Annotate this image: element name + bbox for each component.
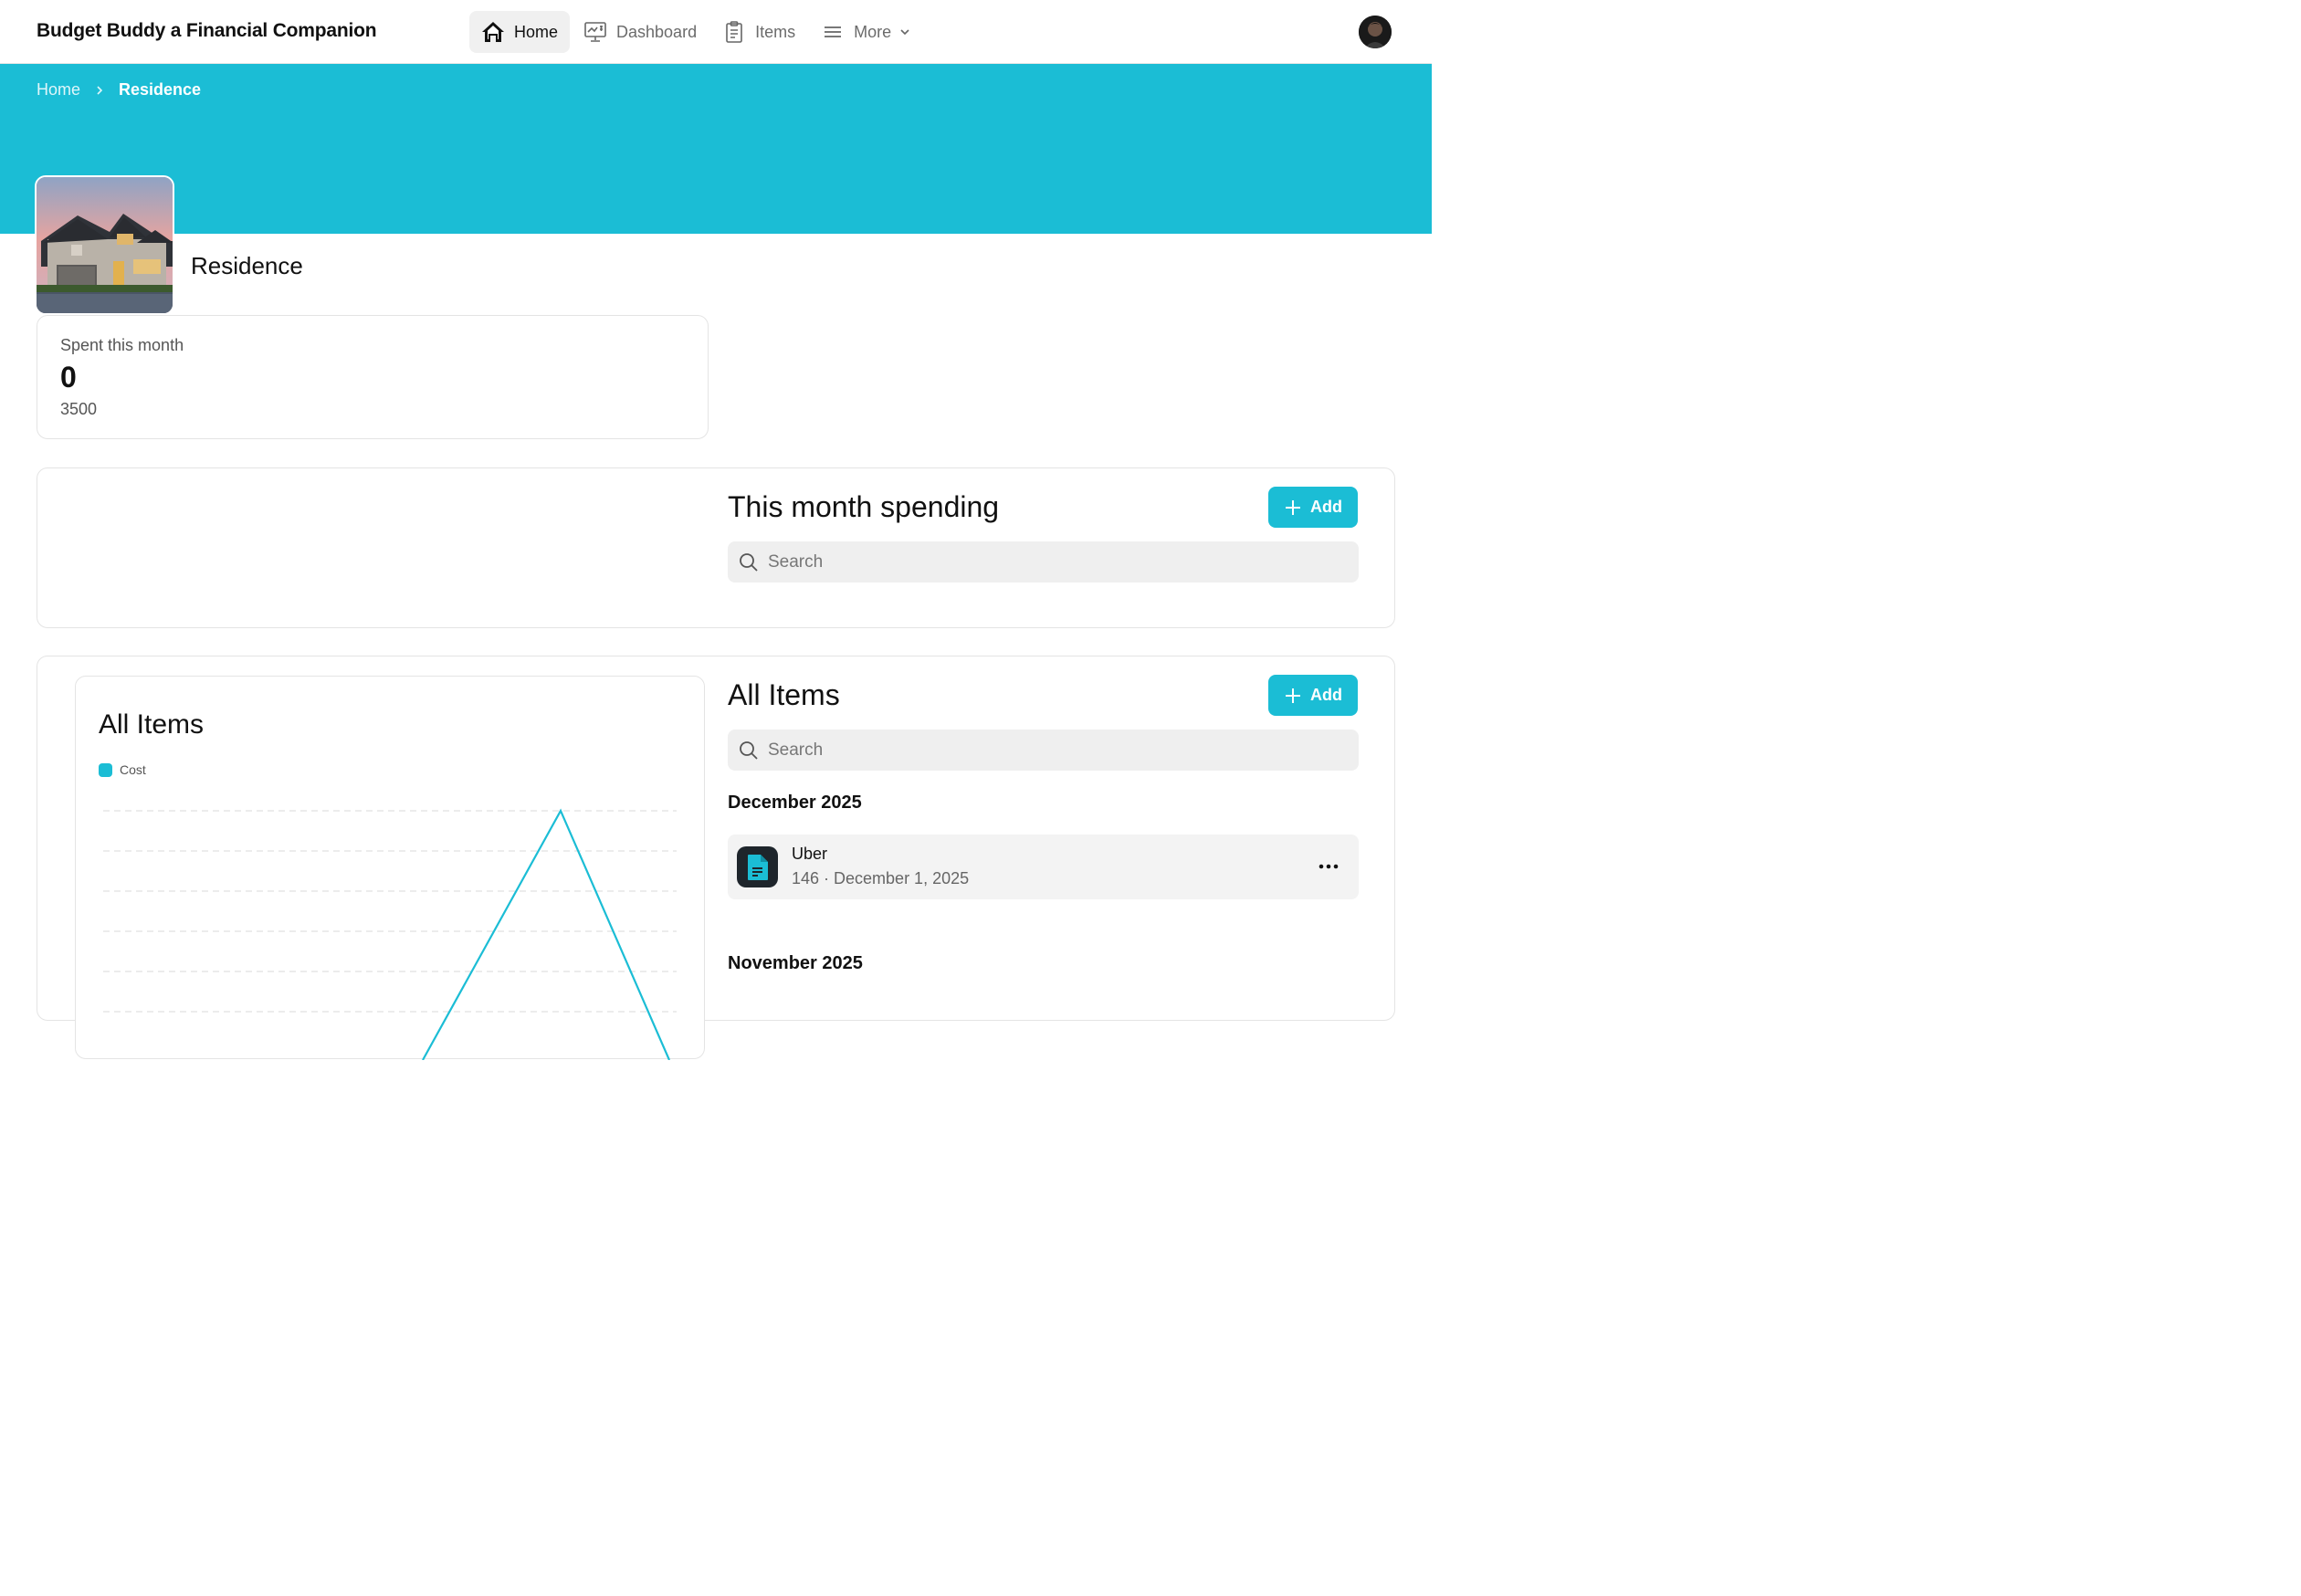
- list-item[interactable]: Uber 146 · December 1, 2025: [728, 835, 1359, 899]
- document-icon: [737, 846, 778, 887]
- stat-value: 0: [60, 361, 77, 394]
- spending-title: This month spending: [728, 490, 1000, 523]
- clipboard-icon: [722, 20, 746, 44]
- breadcrumb-current: Residence: [119, 80, 202, 99]
- cost-series-line: [422, 808, 671, 1060]
- breadcrumb-home-link[interactable]: Home: [37, 80, 80, 100]
- nav-home[interactable]: Home: [469, 11, 571, 53]
- chevron-down-icon: [900, 29, 909, 36]
- legend-label: Cost: [120, 762, 146, 777]
- plus-icon: [1286, 499, 1300, 515]
- main-nav: Home Dashboard Items More: [469, 11, 925, 53]
- chart-title: All Items: [99, 709, 205, 740]
- dashboard-icon: [583, 20, 607, 44]
- add-item-label: Add: [1310, 686, 1342, 704]
- nav-items-label: Items: [755, 22, 796, 41]
- top-navigation-bar: Budget Buddy a Financial Companion Home …: [0, 0, 1432, 64]
- breadcrumb: Home Residence: [37, 80, 201, 100]
- app-title[interactable]: Budget Buddy a Financial Companion: [37, 20, 377, 42]
- spent-this-month-card: Spent this month 0 3500: [37, 315, 709, 439]
- cost-line-chart: [103, 808, 677, 1060]
- all-items-chart-card: All Items Cost: [75, 676, 705, 1060]
- add-item-button[interactable]: Add: [1268, 675, 1358, 716]
- stat-label: Spent this month: [60, 336, 184, 354]
- nav-dashboard-label: Dashboard: [616, 22, 698, 41]
- residence-photo: [35, 175, 174, 315]
- item-meta: 146 · December 1, 2025: [792, 869, 970, 887]
- nav-more[interactable]: More: [809, 11, 923, 53]
- more-options-icon[interactable]: [1312, 855, 1345, 878]
- nav-home-label: Home: [514, 22, 559, 41]
- items-search-input[interactable]: [768, 740, 1316, 761]
- menu-icon: [821, 20, 845, 44]
- user-avatar[interactable]: [1359, 16, 1392, 48]
- legend-swatch: [99, 762, 112, 777]
- page-title: Residence: [191, 252, 303, 279]
- this-month-spending-section: This month spending Add: [37, 467, 1395, 628]
- stat-budget: 3500: [60, 400, 98, 418]
- spending-search-input[interactable]: [768, 551, 1316, 572]
- nav-more-label: More: [854, 22, 892, 41]
- all-items-section: All Items Cost All Items Add December 20…: [37, 656, 1395, 1060]
- spending-search[interactable]: [728, 541, 1359, 583]
- chevron-right-icon: [97, 85, 103, 95]
- add-spending-label: Add: [1310, 498, 1342, 516]
- nav-dashboard[interactable]: Dashboard: [572, 11, 709, 53]
- month-heading: December 2025: [728, 793, 862, 813]
- home-icon: [481, 20, 505, 44]
- chart-legend[interactable]: Cost: [99, 762, 146, 777]
- month-heading: November 2025: [728, 953, 863, 973]
- header-banner: Home Residence: [0, 64, 1432, 234]
- plus-icon: [1286, 688, 1300, 703]
- nav-items[interactable]: Items: [710, 11, 807, 53]
- search-icon: [740, 552, 758, 572]
- add-spending-button[interactable]: Add: [1268, 487, 1358, 528]
- items-search[interactable]: [728, 730, 1359, 771]
- all-items-title: All Items: [728, 678, 840, 711]
- item-name: Uber: [792, 845, 828, 863]
- search-icon: [740, 740, 758, 760]
